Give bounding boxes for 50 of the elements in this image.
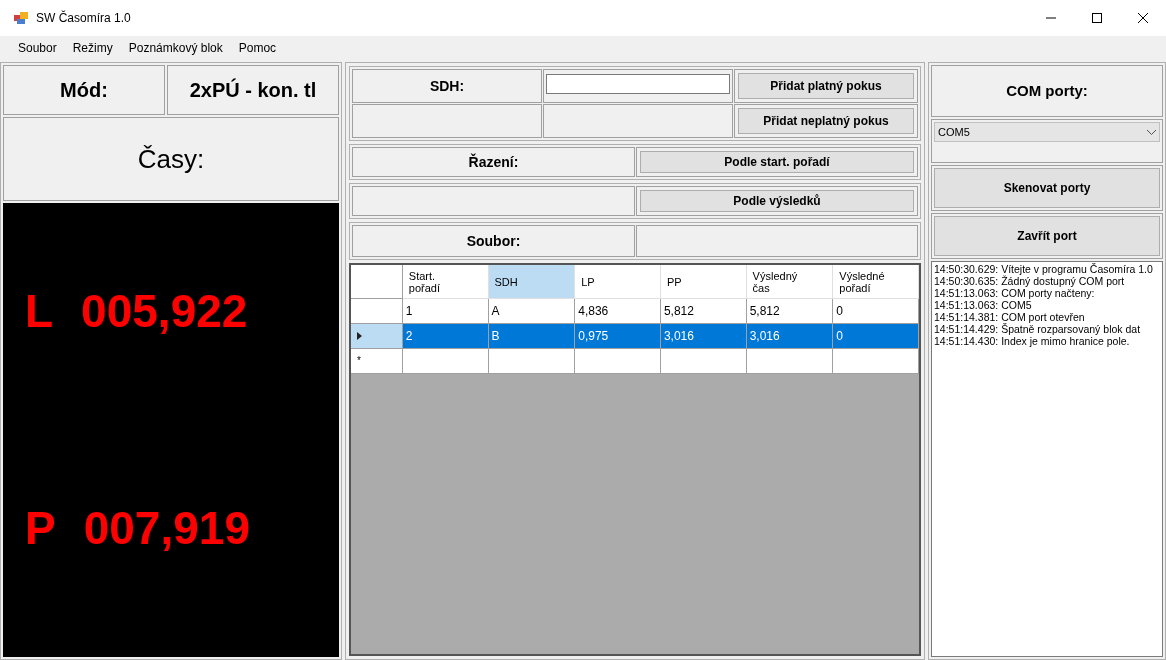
table-row[interactable]: *: [351, 349, 919, 374]
table-row[interactable]: 2 B 0,975 3,016 3,016 0: [351, 324, 919, 349]
window-title: SW Časomíra 1.0: [36, 9, 131, 27]
log-line: 14:50:30.629: Vítejte v programu Časomíra 1.0: [934, 263, 1154, 275]
timer-value: 007,919: [83, 501, 250, 556]
mode-label: Mód:: [3, 65, 165, 115]
row-header[interactable]: [351, 324, 403, 349]
sort-by-results-button[interactable]: Podle výsledků: [640, 190, 914, 212]
timer-side: P: [25, 501, 56, 556]
log-line: 14:51:13.063: COM5: [934, 299, 1033, 311]
times-label: Časy:: [3, 117, 339, 201]
sort-label: Řazení:: [352, 147, 635, 177]
mode-value: 2xPÚ - kon. tl: [167, 65, 339, 115]
row-header[interactable]: *: [351, 349, 403, 374]
maximize-icon: [1092, 13, 1102, 23]
menu-item[interactable]: Soubor: [10, 39, 65, 57]
app-icon: [14, 11, 30, 25]
row-header[interactable]: [351, 299, 403, 324]
add-invalid-attempt-button[interactable]: Přidat neplatný pokus: [738, 108, 914, 134]
add-valid-attempt-button[interactable]: Přidat platný pokus: [738, 73, 914, 99]
sdh-label: SDH:: [352, 69, 542, 103]
com-ports-label: COM porty:: [931, 65, 1163, 117]
table-row[interactable]: 1 A 4,836 5,812 5,812 0: [351, 299, 919, 324]
column-header[interactable]: Výsledné pořadí: [833, 265, 919, 299]
column-header[interactable]: PP: [660, 265, 747, 299]
log-line: 14:51:13.063: COM porty načteny:: [934, 287, 1096, 299]
file-label: Soubor:: [352, 225, 635, 257]
timer-value: 005,922: [81, 284, 248, 339]
column-header[interactable]: SDH: [488, 265, 576, 299]
sort-by-start-button[interactable]: Podle start. pořadí: [640, 151, 914, 173]
timer-side: L: [25, 284, 54, 339]
menu-item[interactable]: Poznámkový blok: [120, 39, 231, 57]
sdh-input[interactable]: [546, 74, 730, 94]
close-port-button[interactable]: Zavřít port: [934, 216, 1160, 256]
column-header[interactable]: Výsledný čas: [746, 265, 834, 299]
close-icon: [1138, 13, 1148, 23]
menu-item[interactable]: Režimy: [64, 39, 121, 57]
minimize-icon: [1046, 17, 1056, 19]
log-line: 14:51:14.430: Index je mimo hranice pole.: [934, 335, 1131, 347]
scan-ports-button[interactable]: Skenovat porty: [934, 168, 1160, 208]
new-row-marker: *: [357, 356, 361, 366]
log-line: 14:50:30.635: Žádný dostupný COM port: [934, 275, 1126, 287]
port-dropdown[interactable]: COM5: [934, 122, 1160, 142]
column-header[interactable]: LP: [575, 265, 661, 299]
current-row-icon: [357, 332, 362, 340]
log-line: 14:51:14.429: Špatně rozparsovaný blok dat: [934, 323, 1142, 335]
chevron-down-icon: [1147, 129, 1156, 135]
column-header[interactable]: Start. pořadí: [402, 265, 489, 299]
menu-item[interactable]: Pomoc: [230, 39, 285, 57]
log-line: 14:51:14.381: COM port otevřen: [934, 311, 1086, 323]
